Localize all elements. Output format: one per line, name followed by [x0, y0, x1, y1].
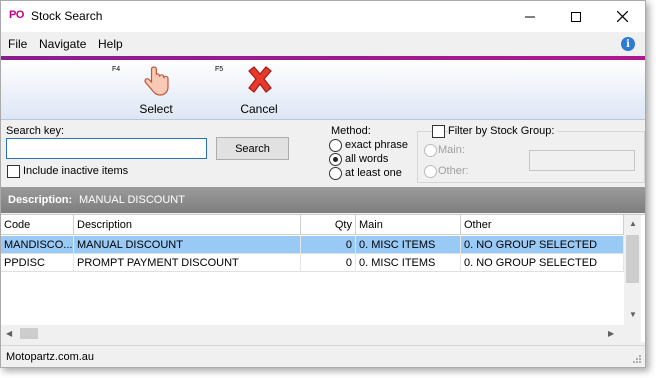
cancel-fkey: F5: [215, 66, 224, 73]
horizontal-scrollbar[interactable]: ◀ ▶: [1, 325, 624, 342]
filter-stock-group-label: Filter by Stock Group:: [448, 125, 558, 137]
method-all-words-label: all words: [345, 153, 389, 165]
vertical-scrollbar[interactable]: ▲ ▼: [624, 215, 641, 343]
select-label: Select: [139, 102, 173, 116]
column-main[interactable]: Main: [356, 215, 461, 235]
scroll-up-icon[interactable]: ▲: [629, 219, 637, 228]
description-bar: Description: MANUAL DISCOUNT: [1, 187, 645, 213]
status-text: Motopartz.com.au: [6, 351, 95, 363]
column-qty[interactable]: Qty: [301, 215, 356, 235]
method-label: Method:: [331, 125, 371, 137]
minimize-icon: [525, 16, 535, 17]
hand-pointer-icon: [144, 66, 169, 96]
cell-qty: 0: [301, 254, 356, 272]
cancel-label: Cancel: [240, 102, 278, 116]
resize-grip-icon[interactable]: [632, 354, 642, 364]
cell-main: 0. MISC ITEMS: [356, 254, 461, 272]
menu-bar: File Navigate Help i: [1, 32, 645, 56]
main-label: Main:: [438, 144, 465, 156]
cell-code: MANDISCO...: [1, 236, 74, 254]
include-inactive-label: Include inactive items: [23, 165, 129, 177]
cell-description: MANUAL DISCOUNT: [74, 236, 301, 254]
scroll-right-icon[interactable]: ▶: [608, 329, 614, 338]
cell-description: PROMPT PAYMENT DISCOUNT: [74, 254, 301, 272]
title-bar: PO Stock Search: [1, 1, 645, 32]
method-at-least-one-radio[interactable]: [329, 167, 342, 180]
other-group-field[interactable]: [529, 150, 635, 171]
method-all-words-radio[interactable]: [329, 153, 342, 166]
maximize-button[interactable]: [553, 1, 599, 32]
column-description[interactable]: Description: [74, 215, 301, 235]
column-other[interactable]: Other: [461, 215, 624, 235]
cell-other: 0. NO GROUP SELECTED: [461, 236, 624, 254]
close-icon: [616, 11, 628, 22]
cancel-button[interactable]: F5 Cancel: [215, 60, 299, 120]
info-icon[interactable]: i: [621, 37, 635, 51]
search-button[interactable]: Search: [216, 137, 289, 160]
main-radio[interactable]: [424, 144, 437, 157]
red-x-icon: [248, 66, 272, 93]
toolbar: F4 Select F5 Cancel: [1, 60, 645, 120]
menu-help[interactable]: Help: [98, 37, 123, 51]
cell-other: 0. NO GROUP SELECTED: [461, 254, 624, 272]
other-label: Other:: [438, 165, 469, 177]
select-fkey: F4: [112, 66, 121, 73]
grid-header: Code Description Qty Main Other: [1, 215, 624, 235]
scroll-left-icon[interactable]: ◀: [6, 329, 12, 338]
table-row[interactable]: PPDISC PROMPT PAYMENT DISCOUNT 0 0. MISC…: [1, 254, 624, 272]
column-code[interactable]: Code: [1, 215, 74, 235]
other-radio[interactable]: [424, 165, 437, 178]
status-bar: Motopartz.com.au: [1, 345, 645, 367]
results-grid[interactable]: Code Description Qty Main Other MANDISCO…: [1, 214, 645, 343]
stock-search-window: PO Stock Search File Navigate Help i F4 …: [0, 0, 646, 368]
window-title: Stock Search: [31, 9, 103, 23]
vertical-scroll-thumb[interactable]: [626, 235, 639, 283]
cell-main: 0. MISC ITEMS: [356, 236, 461, 254]
include-inactive-checkbox[interactable]: [7, 165, 20, 178]
method-at-least-one-label: at least one: [345, 167, 402, 179]
method-exact-phrase-radio[interactable]: [329, 139, 342, 152]
cell-code: PPDISC: [1, 254, 74, 272]
cell-qty: 0: [301, 236, 356, 254]
menu-file[interactable]: File: [8, 37, 27, 51]
method-exact-phrase-label: exact phrase: [345, 139, 408, 151]
description-label: Description:: [8, 194, 73, 206]
description-value: MANUAL DISCOUNT: [79, 194, 185, 206]
filter-stock-group-checkbox[interactable]: [432, 125, 445, 138]
app-icon: PO: [9, 9, 24, 21]
select-button[interactable]: F4 Select: [112, 60, 196, 120]
horizontal-scroll-thumb[interactable]: [20, 328, 38, 339]
minimize-button[interactable]: [507, 1, 553, 32]
scroll-down-icon[interactable]: ▼: [629, 310, 637, 319]
search-key-label: Search key:: [6, 125, 65, 137]
menu-navigate[interactable]: Navigate: [39, 37, 86, 51]
close-button[interactable]: [599, 1, 645, 32]
table-row[interactable]: MANDISCO... MANUAL DISCOUNT 0 0. MISC IT…: [1, 236, 624, 254]
search-key-input[interactable]: [6, 138, 207, 159]
maximize-icon: [571, 11, 581, 22]
